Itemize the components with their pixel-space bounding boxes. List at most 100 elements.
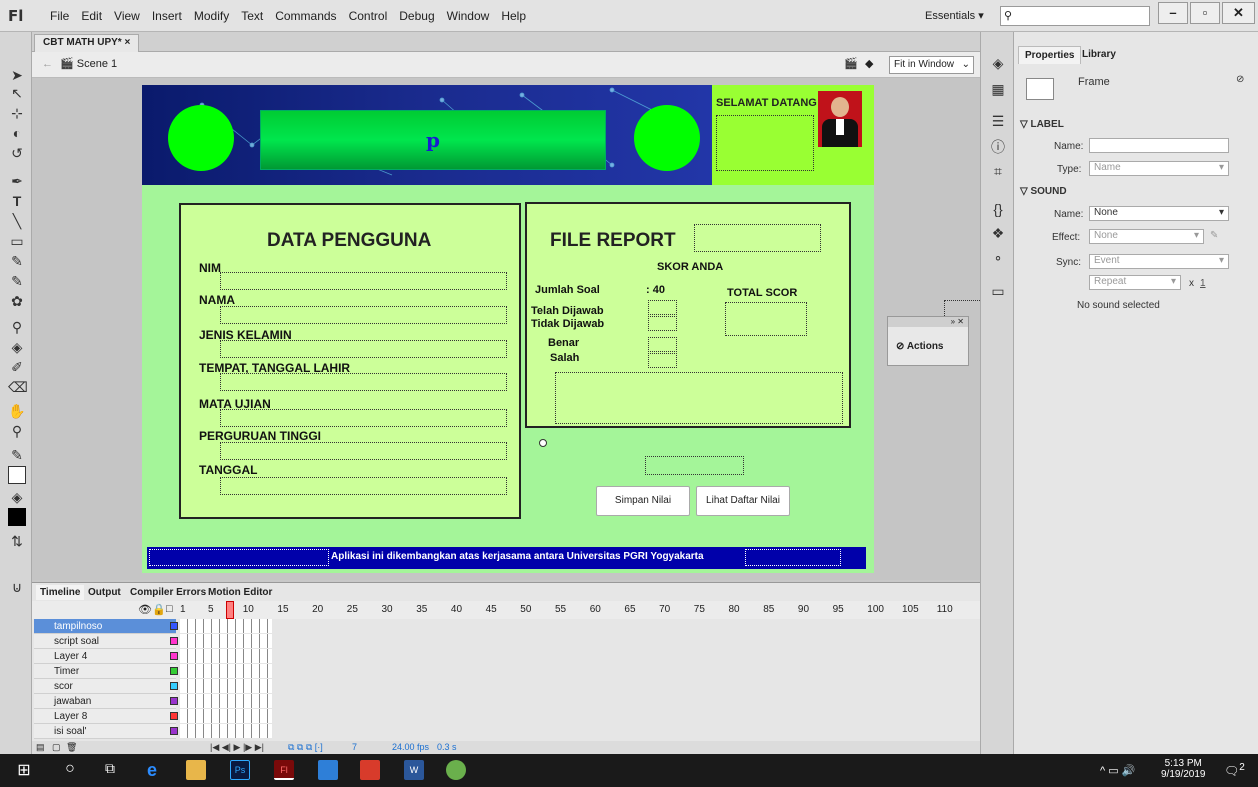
playback-controls[interactable]: |◀ ◀| ▶ |▶ ▶| bbox=[210, 742, 264, 753]
menu-edit[interactable]: Edit bbox=[81, 9, 102, 23]
delete-layer-icon[interactable]: 🗑 bbox=[66, 742, 77, 753]
menu-control[interactable]: Control bbox=[349, 9, 388, 23]
frame-name-input[interactable] bbox=[1089, 138, 1229, 153]
new-layer-icon[interactable]: ▤ bbox=[36, 742, 45, 753]
edit-symbol-icon[interactable]: ◆ bbox=[865, 57, 873, 70]
deco-tool-icon[interactable]: ✿ bbox=[8, 292, 26, 310]
sync-select[interactable]: Event ▾ bbox=[1089, 254, 1229, 269]
lasso-icon[interactable]: ↺ bbox=[8, 144, 26, 162]
free-transform-icon[interactable]: ⊹ bbox=[8, 104, 26, 122]
lihat-daftar-nilai-button[interactable]: Lihat Daftar Nilai bbox=[696, 486, 790, 516]
playhead[interactable] bbox=[226, 601, 234, 619]
text-tool-icon[interactable]: T bbox=[8, 192, 26, 210]
layer-color-swatch[interactable] bbox=[170, 697, 178, 705]
tab-properties[interactable]: Properties bbox=[1018, 46, 1082, 64]
line-tool-icon[interactable]: ╲ bbox=[8, 212, 26, 230]
tab-output[interactable]: Output bbox=[84, 585, 125, 600]
info-panel-icon[interactable]: ⓘ bbox=[989, 138, 1007, 156]
tab-compiler-errors[interactable]: Compiler Errors bbox=[126, 585, 210, 600]
task-view-icon[interactable]: ⧉ bbox=[100, 760, 120, 780]
brush-icon[interactable]: ✎ bbox=[8, 272, 26, 290]
layer-row[interactable]: isi soal' bbox=[34, 724, 178, 739]
fps-value[interactable]: 24.00 fps bbox=[392, 742, 429, 752]
layer-row[interactable]: Layer 4 bbox=[34, 649, 178, 664]
menu-insert[interactable]: Insert bbox=[152, 9, 182, 23]
transform-panel-icon[interactable]: ⌗ bbox=[989, 162, 1007, 180]
layer-frames[interactable] bbox=[180, 709, 272, 723]
menu-text[interactable]: Text bbox=[241, 9, 263, 23]
close-button[interactable]: ✕ bbox=[1222, 2, 1255, 24]
photoshop-icon[interactable]: Ps bbox=[230, 760, 250, 780]
layer-frames[interactable] bbox=[180, 634, 272, 648]
frame-ruler[interactable]: 1 5 10 15 20 25 30 35 40 45 50 55 60 65 70 75 80 85 90 95 10… bbox=[180, 604, 980, 618]
file-explorer-icon[interactable] bbox=[186, 760, 206, 780]
pen-tool-icon[interactable]: ✒ bbox=[8, 172, 26, 190]
layer-frames[interactable] bbox=[180, 694, 272, 708]
tab-document[interactable]: CBT MATH UPY* × bbox=[34, 34, 140, 52]
tab-timeline[interactable]: Timeline bbox=[36, 585, 85, 600]
tray-icons[interactable]: ^ ▭ 🔊 bbox=[1100, 764, 1135, 777]
menu-window[interactable]: Window bbox=[447, 9, 490, 23]
hand-tool-icon[interactable]: ✋ bbox=[8, 402, 26, 420]
close-tab-icon[interactable]: × bbox=[124, 37, 130, 48]
scene-breadcrumb[interactable]: 🎬 Scene 1 bbox=[60, 57, 117, 70]
fill-color-icon[interactable]: ◈ bbox=[8, 488, 26, 506]
pencil-icon[interactable]: ✎ bbox=[8, 252, 26, 270]
help-icon[interactable]: ⊘ bbox=[1236, 74, 1244, 85]
paint-bucket-icon[interactable]: ◈ bbox=[8, 338, 26, 356]
stroke-color-icon[interactable]: ✎ bbox=[8, 446, 26, 464]
zoom-tool-icon[interactable]: ⚲ bbox=[8, 422, 26, 440]
rectangle-tool-icon[interactable]: ▭ bbox=[8, 232, 26, 250]
3d-rotation-icon[interactable]: ◐ bbox=[8, 124, 26, 142]
edit-scene-icon[interactable]: 🎬 bbox=[844, 57, 858, 70]
swatches-panel-icon[interactable]: ▦ bbox=[989, 80, 1007, 98]
align-panel-icon[interactable]: ☰ bbox=[989, 112, 1007, 130]
stroke-swatch[interactable] bbox=[8, 466, 26, 484]
word-icon[interactable]: W bbox=[404, 760, 424, 780]
workspace-switcher[interactable]: Essentials ▾ bbox=[925, 9, 984, 22]
snap-magnet-icon[interactable]: ⊍ bbox=[8, 578, 26, 596]
label-type-select[interactable]: Name ▾ bbox=[1089, 161, 1229, 176]
swap-colors-icon[interactable]: ⇅ bbox=[8, 532, 26, 550]
layer-frames[interactable] bbox=[180, 724, 272, 738]
sound-section-header[interactable]: ▽ SOUND bbox=[1020, 186, 1067, 197]
layer-color-swatch[interactable] bbox=[170, 637, 178, 645]
edge-browser-icon[interactable]: e bbox=[142, 760, 162, 780]
layer-frames[interactable] bbox=[180, 679, 272, 693]
effect-select[interactable]: None ▾ bbox=[1089, 229, 1204, 244]
lock-icon[interactable]: 🔒 bbox=[152, 603, 166, 616]
edit-envelope-icon[interactable]: ✎ bbox=[1210, 230, 1218, 241]
layer-frames[interactable] bbox=[180, 649, 272, 663]
layer-row[interactable]: Timer bbox=[34, 664, 178, 679]
start-button-icon[interactable]: ⊞ bbox=[14, 760, 34, 780]
layer-color-swatch[interactable] bbox=[170, 667, 178, 675]
color-panel-icon[interactable]: ◈ bbox=[989, 54, 1007, 72]
menu-help[interactable]: Help bbox=[501, 9, 526, 23]
actions-panel[interactable]: » ✕ ⊘ Actions bbox=[887, 316, 969, 366]
label-section-header[interactable]: ▽ LABEL bbox=[1020, 119, 1064, 130]
repeat-select[interactable]: Repeat ▾ bbox=[1089, 275, 1181, 290]
fill-swatch[interactable] bbox=[8, 508, 26, 526]
search-input[interactable]: ⚲ bbox=[1000, 6, 1150, 26]
project-panel-icon[interactable]: ▭ bbox=[989, 282, 1007, 300]
clock[interactable]: 5:13 PM 9/19/2019 bbox=[1161, 758, 1206, 780]
layer-row[interactable]: tampilnoso bbox=[34, 619, 178, 634]
layer-color-swatch[interactable] bbox=[170, 712, 178, 720]
repeat-count[interactable]: 1 bbox=[1200, 278, 1206, 289]
acrobat-icon[interactable] bbox=[360, 760, 380, 780]
menu-file[interactable]: File bbox=[50, 9, 69, 23]
minimize-button[interactable]: – bbox=[1158, 2, 1188, 24]
simpan-nilai-button[interactable]: Simpan Nilai bbox=[596, 486, 690, 516]
search-icon[interactable]: ○ bbox=[60, 760, 80, 780]
layer-row[interactable]: script soal bbox=[34, 634, 178, 649]
back-arrow-icon[interactable]: ← bbox=[42, 58, 53, 70]
bone-tool-icon[interactable]: ⚲ bbox=[8, 318, 26, 336]
components-panel-icon[interactable]: ❖ bbox=[989, 224, 1007, 242]
layer-color-swatch[interactable] bbox=[170, 727, 178, 735]
new-folder-icon[interactable]: ▢ bbox=[52, 742, 61, 753]
media-app-icon[interactable] bbox=[318, 760, 338, 780]
layer-frames[interactable] bbox=[180, 664, 272, 678]
menu-modify[interactable]: Modify bbox=[194, 9, 229, 23]
eraser-icon[interactable]: ⌫ bbox=[8, 378, 28, 396]
tab-library[interactable]: Library bbox=[1076, 46, 1122, 63]
